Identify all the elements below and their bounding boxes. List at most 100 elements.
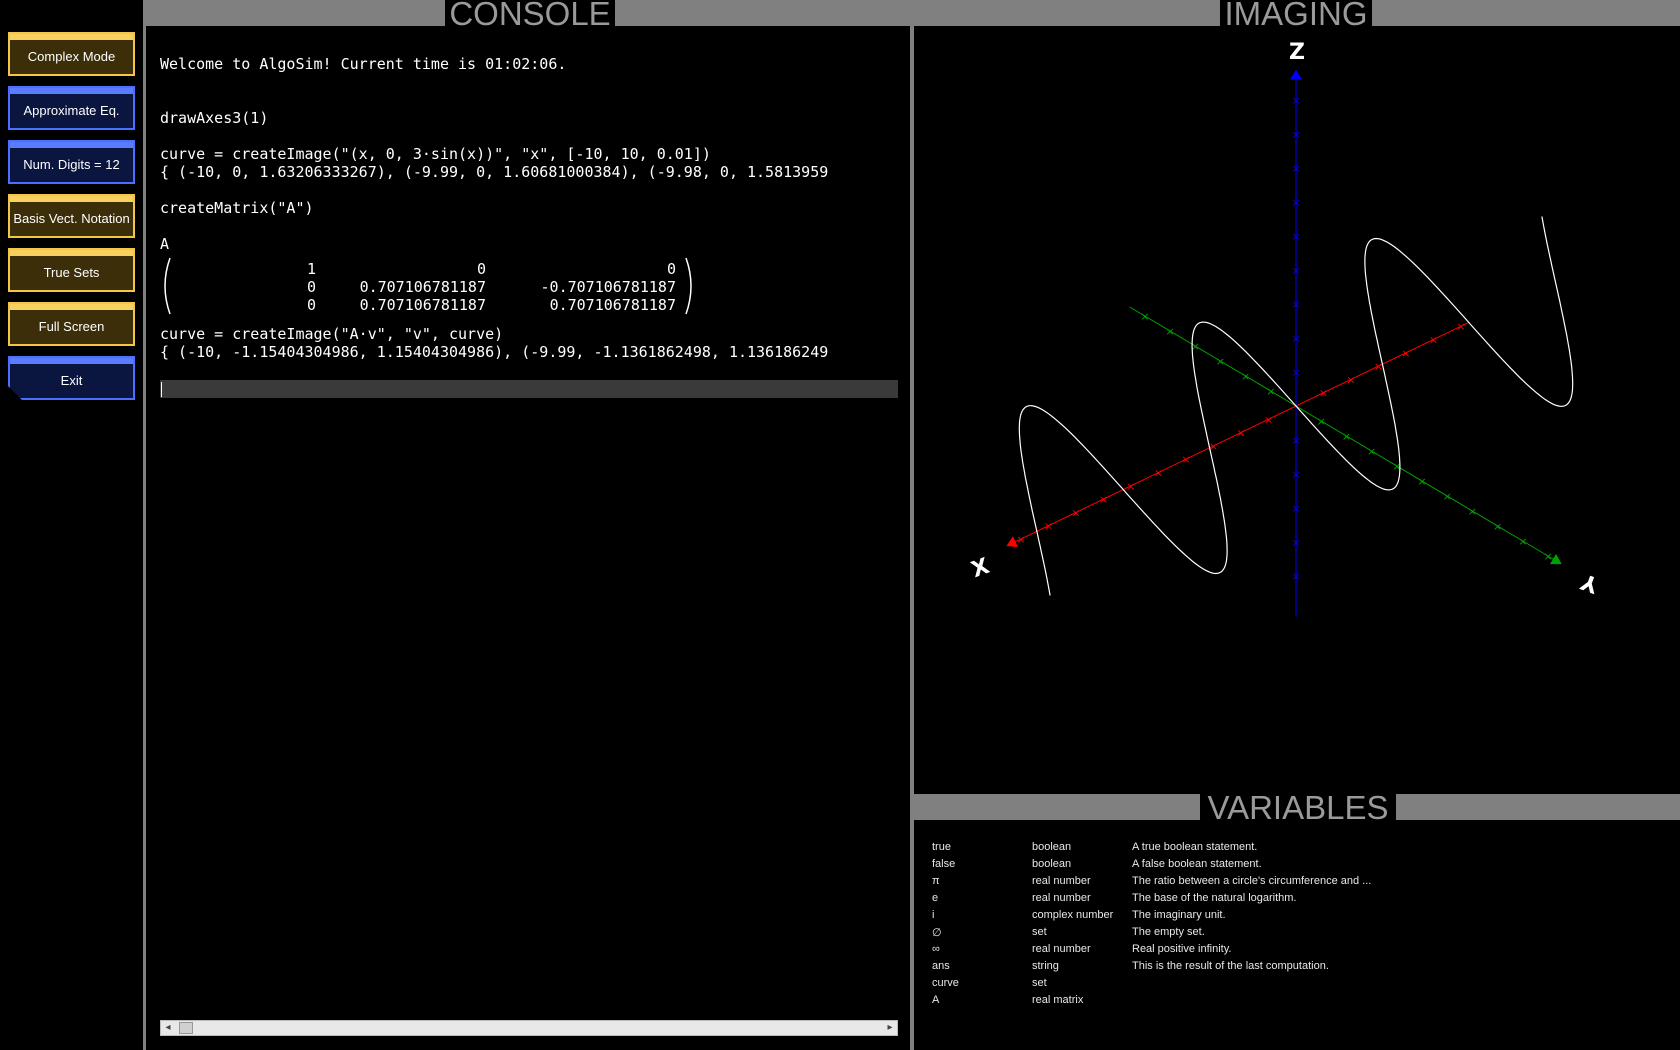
variable-type: set <box>1032 926 1047 938</box>
variable-type: real matrix <box>1032 994 1084 1006</box>
matrix-output: 1 0 0 0 0.707106781187 -0.707106781187 0… <box>160 256 696 316</box>
axis-tick: × <box>1291 230 1300 243</box>
axis-tick: × <box>1266 385 1275 398</box>
exit-button[interactable]: Exit <box>8 356 135 400</box>
axis-tick: × <box>1319 387 1328 400</box>
axis-tick: × <box>1346 373 1355 386</box>
variable-row[interactable]: false boolean A false boolean statement. <box>914 858 1680 875</box>
matrix-cell: 0.707106781187 <box>359 278 486 296</box>
axis-tick: × <box>1493 520 1502 533</box>
variable-row[interactable]: true boolean A true boolean statement. <box>914 841 1680 858</box>
sidebar: Complex Mode Approximate Eq. Num. Digits… <box>0 0 146 1050</box>
variable-name: true <box>932 841 951 853</box>
variable-row[interactable]: curve set <box>914 977 1680 994</box>
axis-z-label: Z <box>1289 40 1305 65</box>
button-stripe <box>10 358 133 364</box>
3d-plot[interactable]: × × × × × × × × × × × × × × × × × × × × × × × × × × × × × × × × × × × × × × × ×… <box>914 26 1680 794</box>
variable-desc: The imaginary unit. <box>1132 909 1226 921</box>
matrix-cell: -0.707106781187 <box>540 278 676 296</box>
button-stripe <box>10 88 133 94</box>
z-axis-arrow-icon <box>1290 69 1302 80</box>
axis-tick: × <box>1342 430 1351 443</box>
basis-vect-notation-button[interactable]: Basis Vect. Notation <box>8 194 135 238</box>
matrix-cell: 0 <box>306 296 316 314</box>
axis-tick: × <box>1291 94 1300 107</box>
button-stripe <box>10 250 133 256</box>
axis-tick: × <box>1291 570 1300 583</box>
console-horizontal-scrollbar[interactable]: ◂ ▸ <box>160 1020 898 1036</box>
axis-tick: × <box>1154 467 1163 480</box>
variable-type: complex number <box>1032 909 1114 921</box>
console-line: Welcome to AlgoSim! Current time is 01:0… <box>160 55 567 73</box>
axis-tick: × <box>1236 427 1245 440</box>
full-screen-button[interactable]: Full Screen <box>8 302 135 346</box>
variable-row[interactable]: ans string This is the result of the last … <box>914 960 1680 977</box>
axis-tick: × <box>1181 453 1190 466</box>
axis-tick: × <box>1543 550 1552 563</box>
variable-desc: This is the result of the last computati… <box>1132 960 1329 972</box>
variable-row[interactable]: π real number The ratio between a circle's… <box>914 875 1680 892</box>
variables-panel[interactable]: true boolean A true boolean statement. fal… <box>914 820 1680 1050</box>
axis-tick: × <box>1291 468 1300 481</box>
button-label: Num. Digits = 12 <box>23 156 120 172</box>
num-digits-button[interactable]: Num. Digits = 12 <box>8 140 135 184</box>
matrix-cell: 0.707106781187 <box>549 296 676 314</box>
complex-mode-button[interactable]: Complex Mode <box>8 32 135 76</box>
axis-tick: × <box>1071 506 1080 519</box>
variable-type: string <box>1032 960 1059 972</box>
console-line: curve = createImage("A·v", "v", curve) <box>160 325 504 343</box>
scroll-right-arrow-icon[interactable]: ▸ <box>883 1021 897 1035</box>
axis-tick: × <box>1468 505 1477 518</box>
axis-tick: × <box>1216 355 1225 368</box>
console-input[interactable] <box>160 380 898 398</box>
console-line: createMatrix("A") <box>160 199 314 217</box>
matrix-cell: 0.707106781187 <box>359 296 486 314</box>
scroll-left-arrow-icon[interactable]: ◂ <box>161 1021 175 1035</box>
variable-type: boolean <box>1032 841 1072 853</box>
matrix-row: 0 0.707106781187 -0.707106781187 <box>160 278 696 296</box>
axis-tick: × <box>1291 264 1300 277</box>
variable-row[interactable]: i complex number The imaginary unit. <box>914 909 1680 926</box>
variable-desc: The ratio between a circle's circumferen… <box>1132 875 1372 887</box>
variable-name: ans <box>932 960 950 972</box>
button-stripe <box>10 142 133 148</box>
matrix-cell: 0 <box>666 260 676 278</box>
button-stripe <box>10 196 133 202</box>
axis-tick: × <box>1016 533 1025 546</box>
variable-row[interactable]: ∅ set The empty set. <box>914 926 1680 943</box>
console-panel[interactable]: Welcome to AlgoSim! Current time is 01:0… <box>146 26 910 1050</box>
true-sets-button[interactable]: True Sets <box>8 248 135 292</box>
variable-name: curve <box>932 977 959 989</box>
variable-name: e <box>932 892 939 904</box>
approximate-eq-button[interactable]: Approximate Eq. <box>8 86 135 130</box>
console-line: { (-10, -1.15404304986, 1.15404304986), … <box>160 343 829 361</box>
axis-tick: × <box>1401 347 1410 360</box>
axis-tick: × <box>1291 332 1300 345</box>
button-label: True Sets <box>43 264 100 280</box>
imaging-panel[interactable]: × × × × × × × × × × × × × × × × × × × × × × × × × × × × × × × × × × × × × × × ×… <box>914 26 1680 794</box>
axis-tick: × <box>1241 370 1250 383</box>
axis-tick: × <box>1264 413 1273 426</box>
variable-name: i <box>932 909 935 921</box>
axis-tick: × <box>1126 480 1135 493</box>
axis-tick: × <box>1165 325 1174 338</box>
button-stripe <box>10 304 133 310</box>
variable-row[interactable]: e real number The base of the natural loga… <box>914 892 1680 909</box>
axis-tick: × <box>1518 535 1527 548</box>
imaging-title: IMAGING <box>1220 0 1372 26</box>
variable-row[interactable]: ∞ real number Real positive infinity. <box>914 943 1680 960</box>
variables-title: VARIABLES <box>1200 791 1396 824</box>
variable-desc: The base of the natural logarithm. <box>1132 892 1297 904</box>
variable-name: false <box>932 858 956 870</box>
imaging-titlebar: IMAGING <box>914 0 1680 26</box>
button-label: Basis Vect. Notation <box>13 210 130 226</box>
axis-tick: × <box>1429 334 1438 347</box>
button-label: Complex Mode <box>27 48 116 64</box>
scrollbar-thumb[interactable] <box>179 1022 193 1034</box>
axis-tick: × <box>1291 298 1300 311</box>
axis-tick: × <box>1291 366 1300 379</box>
variable-row[interactable]: Areal matrix <box>914 994 1680 1011</box>
console-titlebar: CONSOLE <box>146 0 910 26</box>
button-label: Exit <box>60 372 83 388</box>
variable-type: set <box>1032 977 1047 989</box>
